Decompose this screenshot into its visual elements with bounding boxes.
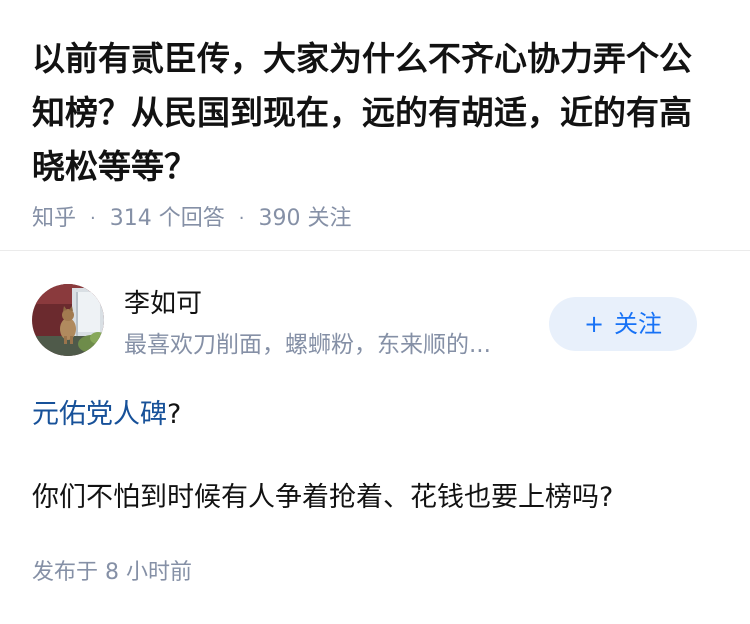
- meta-separator: ·: [238, 208, 245, 229]
- follow-label: 关注: [614, 310, 663, 338]
- answer-paragraph-link: 元佑党人碑?: [32, 395, 181, 435]
- link-suffix: ?: [167, 399, 182, 430]
- question-title[interactable]: 以前有贰臣传，大家为什么不齐心协力弄个公知榜？从民国到现在，远的有胡适，近的有高…: [32, 32, 718, 194]
- author-bio: 最喜欢刀削面，螺蛳粉，东来顺的...: [124, 332, 491, 358]
- question-meta: 知乎 · 314 个回答 · 390 关注: [32, 204, 718, 234]
- follower-count[interactable]: 390 关注: [258, 204, 351, 234]
- answer-card: 李如可 最喜欢刀削面，螺蛳粉，东来顺的... + 关注 元佑党人碑? 你们不怕到时…: [0, 251, 750, 585]
- author-name[interactable]: 李如可: [124, 287, 202, 321]
- plus-icon: +: [583, 310, 605, 338]
- question-header: 以前有贰臣传，大家为什么不齐心协力弄个公知榜？从民国到现在，远的有胡适，近的有高…: [0, 0, 750, 234]
- meta-separator: ·: [90, 208, 96, 229]
- cat-photo-avatar-icon: [32, 284, 104, 356]
- question-source[interactable]: 知乎: [32, 204, 76, 234]
- author-info: 李如可 最喜欢刀削面，螺蛳粉，东来顺的... + 关注: [0, 251, 750, 371]
- avatar[interactable]: [32, 284, 104, 356]
- post-time: 发布于 8 小时前: [32, 560, 192, 585]
- inline-link[interactable]: 元佑党人碑: [32, 399, 167, 430]
- answer-count[interactable]: 314 个回答: [110, 204, 225, 234]
- answer-paragraph: 你们不怕到时候有人争着抢着、花钱也要上榜吗?: [32, 482, 614, 513]
- follow-button[interactable]: + 关注: [549, 297, 697, 351]
